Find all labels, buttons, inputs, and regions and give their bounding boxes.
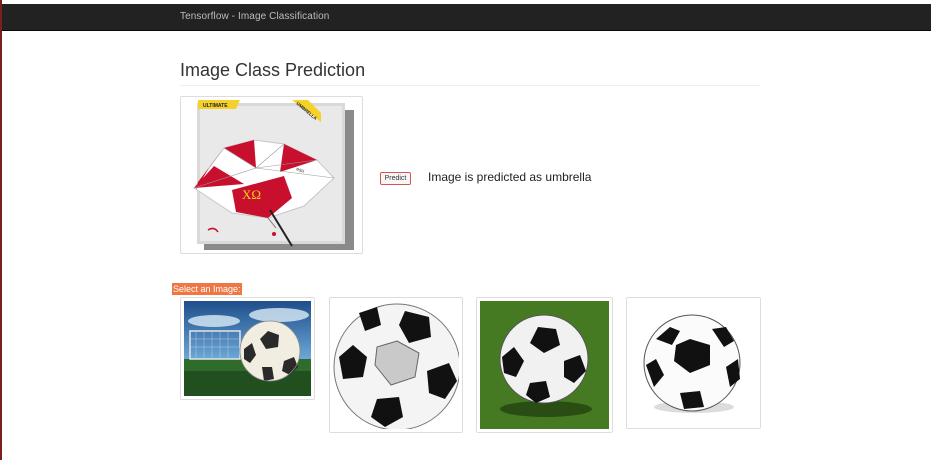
- umbrella-letters: ΧΩ: [242, 187, 261, 202]
- select-image-label: Select an Image:: [172, 283, 242, 295]
- selected-image: ULTIMATE UMBRELLA ΧΩ esu: [180, 96, 363, 254]
- gallery-image-3[interactable]: [476, 297, 613, 433]
- predict-button[interactable]: Predict: [380, 172, 411, 185]
- banner-left-text: ULTIMATE: [203, 103, 228, 109]
- navbar-brand[interactable]: Tensorflow - Image Classification: [180, 11, 329, 22]
- page-title: Image Class Prediction: [180, 60, 366, 80]
- window-left-edge: [0, 0, 2, 460]
- gallery-image-4[interactable]: [626, 297, 761, 429]
- prediction-result: Image is predicted as umbrella: [428, 170, 592, 184]
- gallery-image-2[interactable]: [329, 297, 463, 433]
- navbar: Tensorflow - Image Classification: [2, 4, 931, 31]
- gallery-image-1[interactable]: [180, 297, 315, 400]
- title-divider: [180, 85, 760, 86]
